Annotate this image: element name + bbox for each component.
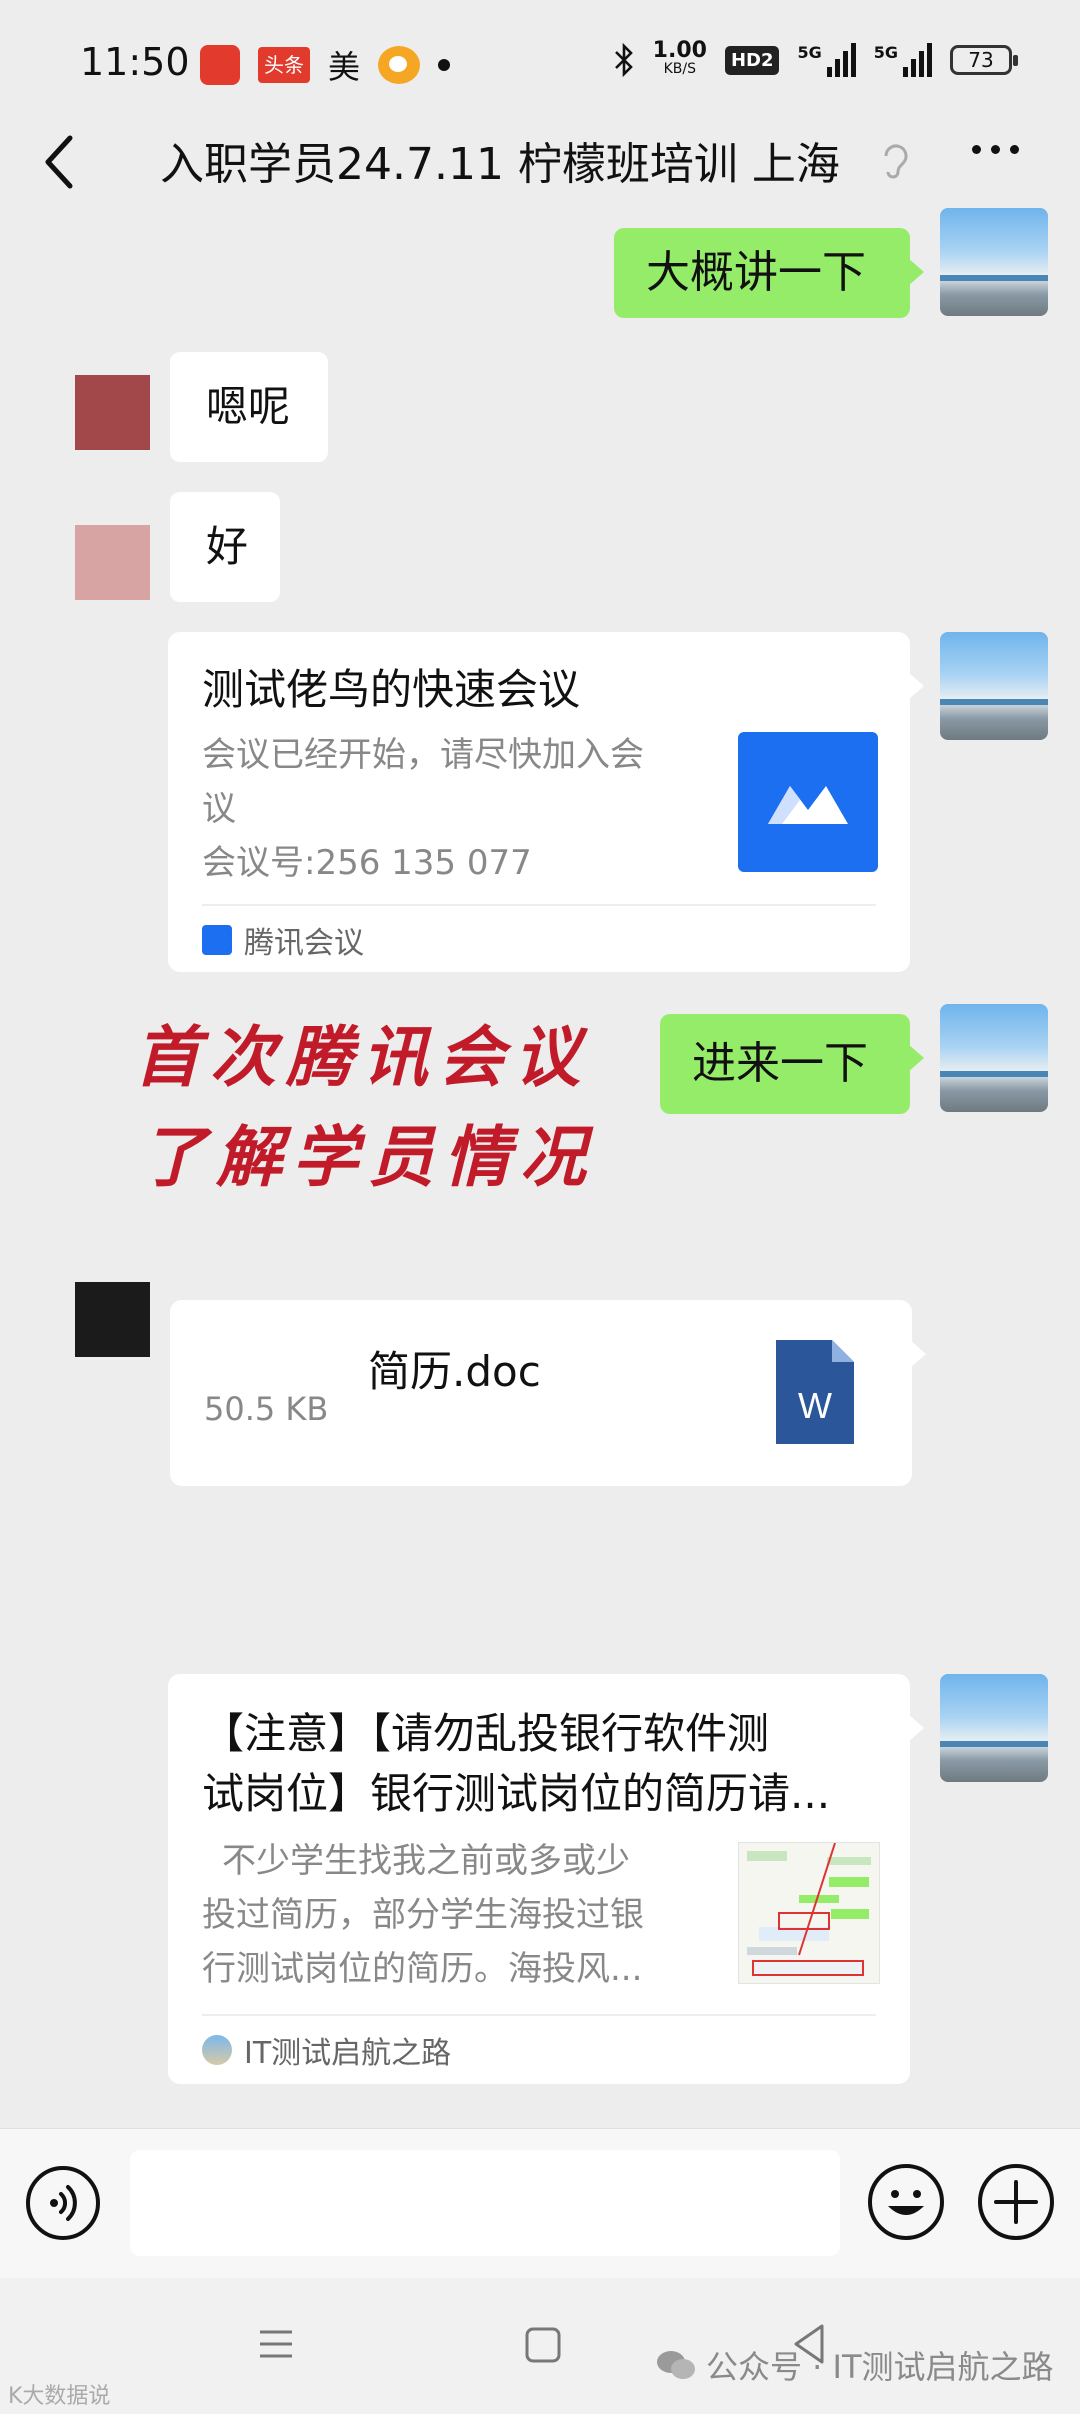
menu-icon[interactable]: [256, 2324, 296, 2364]
annotation-line1: 首次腾讯会议: [134, 1018, 590, 1096]
annotation-line2: 了解学员情况: [140, 1118, 596, 1196]
signal-2-label: 5G: [873, 43, 898, 62]
wechat-icon: [657, 2351, 695, 2379]
my-avatar[interactable]: [940, 1004, 1048, 1112]
more-options-button[interactable]: [972, 145, 1019, 154]
file-size: 50.5 KB: [204, 1390, 329, 1428]
voice-input-button[interactable]: [26, 2166, 100, 2240]
my-avatar[interactable]: [940, 632, 1048, 740]
bluetooth-icon: [614, 42, 633, 78]
home-square-icon[interactable]: [524, 2326, 562, 2364]
tencent-meeting-logo-icon: [738, 732, 878, 872]
card-divider: [202, 2014, 876, 2016]
meeting-source-label: 腾讯会议: [244, 926, 364, 961]
member-avatar[interactable]: [75, 375, 150, 450]
article-title-line2: 试岗位】银行测试岗位的简历请...: [202, 1769, 831, 1818]
article-desc-line3: 行测试岗位的简历。海投风...: [202, 1949, 643, 1989]
article-thumbnail: [738, 1842, 880, 1984]
meeting-invite-card[interactable]: 测试佬鸟的快速会议 会议已经开始，请尽快加入会 议 会议号:256 135 07…: [168, 632, 924, 972]
smiley-icon: [888, 2190, 924, 2215]
chat-title: 入职学员24.7.11 柠檬班培训 上海: [160, 139, 840, 190]
message-input[interactable]: [130, 2150, 840, 2256]
word-document-icon: W: [776, 1340, 854, 1444]
article-desc-line2: 投过简历，部分学生海投过银: [202, 1895, 644, 1935]
battery-icon: 73: [950, 45, 1018, 75]
hd-voice-icon: HD2: [724, 45, 780, 75]
status-time: 11:50: [80, 40, 190, 84]
weibo-icon: [378, 46, 421, 84]
corner-watermark: K大数据说: [8, 2384, 111, 2409]
signal-2-icon: 5G: [874, 43, 932, 77]
meeting-desc-line2: 议: [202, 789, 236, 829]
member-avatar[interactable]: [75, 1282, 150, 1357]
file-message-card[interactable]: 简历.doc 50.5 KB W: [170, 1300, 926, 1486]
more-notifications-dot-icon: [438, 59, 451, 71]
article-source: IT测试启航之路: [202, 2028, 451, 2072]
word-letter: W: [798, 1385, 832, 1426]
signal-1-label: 5G: [797, 43, 822, 62]
status-indicators: 1.00 KB/S HD2 5G 5G 73: [613, 38, 1018, 78]
wechat-watermark: 公众号 · IT测试启航之路: [656, 2342, 1054, 2388]
member-message-bubble[interactable]: 好: [170, 492, 280, 602]
my-message-bubble[interactable]: 进来一下: [660, 1014, 924, 1114]
signal-1-icon: 5G: [797, 43, 856, 77]
meeting-desc-line1: 会议已经开始，请尽快加入会: [202, 735, 644, 775]
watermark-text: 公众号 · IT测试启航之路: [706, 2348, 1054, 2386]
member-avatar[interactable]: [75, 525, 150, 600]
plus-icon: [994, 2180, 1038, 2224]
back-arrow-icon[interactable]: [40, 132, 80, 192]
my-avatar[interactable]: [940, 1674, 1048, 1782]
meituan-icon: 美: [328, 48, 361, 86]
member-message-bubble[interactable]: 嗯呢: [170, 352, 328, 462]
article-share-card[interactable]: 【注意】【请勿乱投银行软件测 试岗位】银行测试岗位的简历请... 不少学生找我之…: [168, 1674, 924, 2084]
my-avatar[interactable]: [940, 208, 1048, 316]
meeting-title: 测试佬鸟的快速会议: [202, 665, 581, 714]
speed-value: 1.00: [652, 38, 707, 63]
network-speed: 1.00 KB/S: [652, 38, 707, 78]
earpiece-mode-icon: [884, 144, 908, 179]
news-app-icon: [200, 45, 240, 85]
tencent-meeting-small-icon: [202, 925, 232, 955]
notification-icons: 头条 美: [200, 42, 451, 88]
my-message-bubble[interactable]: 大概讲一下: [614, 228, 924, 318]
more-functions-button[interactable]: [978, 2164, 1054, 2240]
article-desc-line1: 不少学生找我之前或多或少: [222, 1841, 630, 1881]
voice-icon: [50, 2185, 77, 2221]
official-account-avatar-icon: [202, 2035, 232, 2065]
toutiao-icon: 头条: [258, 47, 310, 83]
article-source-label: IT测试启航之路: [244, 2036, 452, 2071]
file-name: 简历.doc: [368, 1347, 541, 1396]
article-title-line1: 【注意】【请勿乱投银行软件测: [202, 1709, 770, 1758]
meeting-source: 腾讯会议: [202, 918, 364, 962]
meeting-id: 会议号:256 135 077: [202, 843, 532, 883]
emoji-button[interactable]: [868, 2164, 944, 2240]
card-divider: [202, 904, 876, 906]
